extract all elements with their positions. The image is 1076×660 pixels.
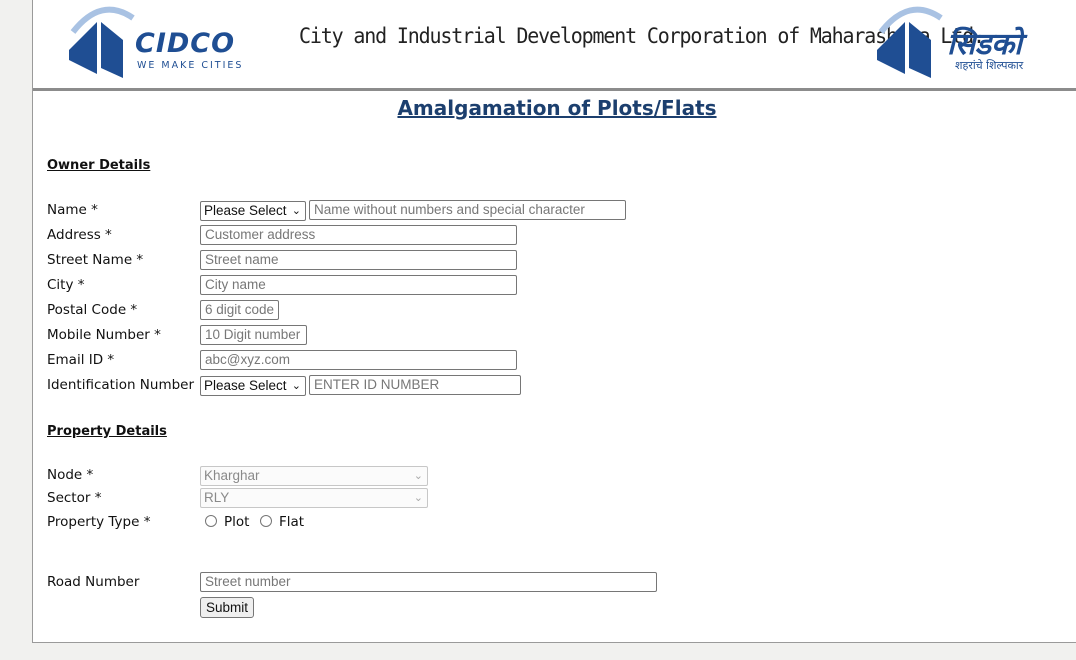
mobile-number-placeholder: 10 Digit number [205,327,301,342]
email-placeholder: abc@xyz.com [205,352,290,367]
cidco-emblem-icon [877,6,943,78]
road-number-label: Road Number [47,574,140,590]
street-name-input[interactable]: Street name [200,250,517,270]
identification-number-label: Identification Number [47,377,195,393]
address-input[interactable]: Customer address [200,225,517,245]
plot-radio[interactable] [205,515,217,527]
name-title-select-value: Please Select [204,203,287,218]
name-label: Name * [47,202,98,218]
cidco-wordmark: CIDCO [135,28,236,59]
name-input[interactable]: Name without numbers and special charact… [309,200,626,220]
city-placeholder: City name [205,277,266,292]
city-label: City * [47,277,85,293]
email-input[interactable]: abc@xyz.com [200,350,517,370]
id-type-select-value: Please Select [204,378,287,393]
id-number-input[interactable]: ENTER ID NUMBER [309,375,521,395]
cidco-hindi-logo: सिडको शहरांचे शिल्पकार [871,2,1076,78]
mobile-number-input[interactable]: 10 Digit number [200,325,307,345]
node-select[interactable]: Kharghar ⌄ [200,466,428,486]
road-number-placeholder: Street number [205,574,291,589]
cidco-logo: CIDCO WE MAKE CITIES [63,2,263,78]
name-placeholder: Name without numbers and special charact… [314,202,585,217]
cidco-emblem-icon [69,6,135,78]
id-type-select[interactable]: Please Select ⌄ [200,376,306,396]
page-container: CIDCO WE MAKE CITIES City and Industrial… [32,0,1076,643]
chevron-down-icon: ⌄ [291,380,301,392]
chevron-down-icon: ⌄ [413,492,423,504]
flat-radio-label: Flat [279,514,305,530]
sector-label: Sector * [47,490,102,506]
sector-select[interactable]: RLY ⌄ [200,488,428,508]
email-label: Email ID * [47,352,115,368]
address-label: Address * [47,227,112,243]
node-label: Node * [47,467,94,483]
postal-code-input[interactable]: 6 digit code [200,300,279,320]
hindi-wordmark: सिडको [947,27,1022,62]
postal-code-placeholder: 6 digit code [205,302,274,317]
chevron-down-icon: ⌄ [291,205,301,217]
node-select-value: Kharghar [204,468,260,483]
id-number-placeholder: ENTER ID NUMBER [314,377,440,392]
cidco-tagline: WE MAKE CITIES [137,60,244,71]
chevron-down-icon: ⌄ [413,470,423,482]
mobile-number-label: Mobile Number * [47,327,161,343]
street-name-label: Street Name * [47,252,144,268]
address-placeholder: Customer address [205,227,316,242]
city-input[interactable]: City name [200,275,517,295]
property-details-heading: Property Details [47,424,167,439]
header-divider [33,88,1076,91]
property-type-label: Property Type * [47,514,151,530]
street-name-placeholder: Street name [205,252,279,267]
plot-radio-label: Plot [224,514,250,530]
submit-button[interactable]: Submit [200,597,255,618]
name-title-select[interactable]: Please Select ⌄ [200,201,306,221]
hindi-tagline: शहरांचे शिल्पकार [955,59,1024,72]
sector-select-value: RLY [204,490,230,505]
site-header: CIDCO WE MAKE CITIES City and Industrial… [33,0,1076,88]
road-number-input[interactable]: Street number [200,572,657,592]
postal-code-label: Postal Code * [47,302,138,318]
flat-radio[interactable] [260,515,272,527]
page-title: Amalgamation of Plots/Flats [397,96,717,120]
owner-details-heading: Owner Details [47,158,151,173]
